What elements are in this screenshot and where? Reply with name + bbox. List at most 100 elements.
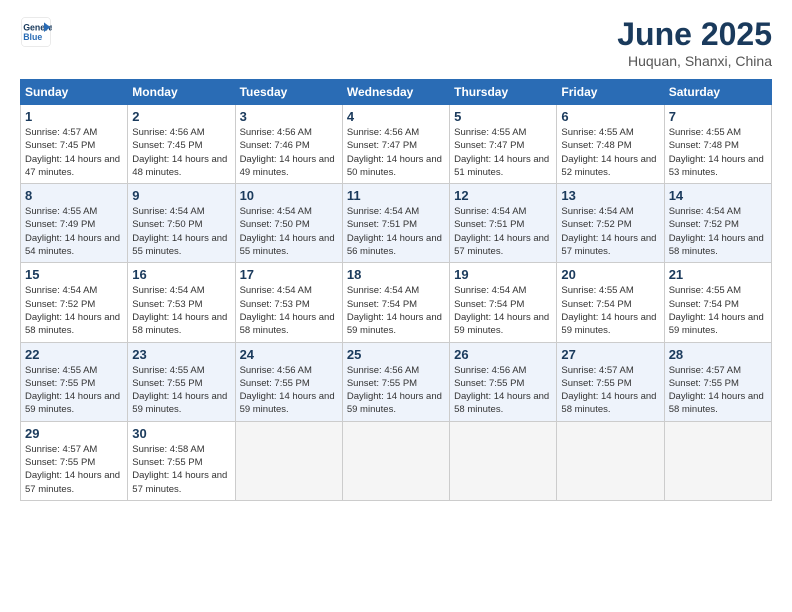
col-thursday: Thursday [450,80,557,105]
day-number: 14 [669,188,767,203]
day-number: 3 [240,109,338,124]
day-number: 5 [454,109,552,124]
calendar-row-4: 22 Sunrise: 4:55 AMSunset: 7:55 PMDayligh… [21,342,772,421]
calendar-cell [342,421,449,500]
calendar-cell: 21 Sunrise: 4:55 AMSunset: 7:54 PMDayligh… [664,263,771,342]
calendar-cell: 29 Sunrise: 4:57 AMSunset: 7:55 PMDayligh… [21,421,128,500]
day-number: 29 [25,426,123,441]
calendar-cell: 15 Sunrise: 4:54 AMSunset: 7:52 PMDayligh… [21,263,128,342]
calendar-cell: 8 Sunrise: 4:55 AMSunset: 7:49 PMDaylight… [21,184,128,263]
calendar-cell: 22 Sunrise: 4:55 AMSunset: 7:55 PMDayligh… [21,342,128,421]
title-block: June 2025 Huquan, Shanxi, China [617,16,772,69]
day-number: 24 [240,347,338,362]
day-info: Sunrise: 4:54 AMSunset: 7:54 PMDaylight:… [347,284,445,337]
day-info: Sunrise: 4:54 AMSunset: 7:52 PMDaylight:… [669,205,767,258]
calendar-cell: 16 Sunrise: 4:54 AMSunset: 7:53 PMDayligh… [128,263,235,342]
day-info: Sunrise: 4:55 AMSunset: 7:49 PMDaylight:… [25,205,123,258]
calendar-cell: 3 Sunrise: 4:56 AMSunset: 7:46 PMDaylight… [235,105,342,184]
day-number: 6 [561,109,659,124]
day-info: Sunrise: 4:54 AMSunset: 7:51 PMDaylight:… [454,205,552,258]
logo: General Blue [20,16,52,48]
day-info: Sunrise: 4:55 AMSunset: 7:48 PMDaylight:… [561,126,659,179]
calendar-page: General Blue June 2025 Huquan, Shanxi, C… [0,0,792,612]
day-number: 15 [25,267,123,282]
calendar-row-3: 15 Sunrise: 4:54 AMSunset: 7:52 PMDayligh… [21,263,772,342]
calendar-row-2: 8 Sunrise: 4:55 AMSunset: 7:49 PMDaylight… [21,184,772,263]
col-sunday: Sunday [21,80,128,105]
day-info: Sunrise: 4:55 AMSunset: 7:54 PMDaylight:… [669,284,767,337]
day-number: 17 [240,267,338,282]
day-info: Sunrise: 4:56 AMSunset: 7:47 PMDaylight:… [347,126,445,179]
calendar-cell [450,421,557,500]
day-number: 22 [25,347,123,362]
day-number: 8 [25,188,123,203]
calendar-cell: 23 Sunrise: 4:55 AMSunset: 7:55 PMDayligh… [128,342,235,421]
day-number: 1 [25,109,123,124]
day-number: 21 [669,267,767,282]
day-number: 4 [347,109,445,124]
calendar-cell: 26 Sunrise: 4:56 AMSunset: 7:55 PMDayligh… [450,342,557,421]
day-number: 30 [132,426,230,441]
day-info: Sunrise: 4:54 AMSunset: 7:53 PMDaylight:… [240,284,338,337]
calendar-cell: 20 Sunrise: 4:55 AMSunset: 7:54 PMDayligh… [557,263,664,342]
calendar-cell [557,421,664,500]
day-info: Sunrise: 4:56 AMSunset: 7:45 PMDaylight:… [132,126,230,179]
col-friday: Friday [557,80,664,105]
calendar-cell: 19Sunrise: 4:54 AMSunset: 7:54 PMDayligh… [450,263,557,342]
day-info: Sunrise: 4:54 AMSunset: 7:53 PMDaylight:… [132,284,230,337]
day-info: Sunrise: 4:55 AMSunset: 7:54 PMDaylight:… [561,284,659,337]
day-number: 25 [347,347,445,362]
calendar-cell: 27 Sunrise: 4:57 AMSunset: 7:55 PMDayligh… [557,342,664,421]
calendar-cell [664,421,771,500]
day-number: 7 [669,109,767,124]
day-number: 20 [561,267,659,282]
day-info: Sunrise: 4:57 AMSunset: 7:45 PMDaylight:… [25,126,123,179]
calendar-cell: 28Sunrise: 4:57 AMSunset: 7:55 PMDayligh… [664,342,771,421]
day-info: Sunrise: 4:54 AMSunset: 7:52 PMDaylight:… [561,205,659,258]
day-info: Sunrise: 4:57 AMSunset: 7:55 PMDaylight:… [561,364,659,417]
calendar-cell: 6 Sunrise: 4:55 AMSunset: 7:48 PMDaylight… [557,105,664,184]
day-number: 11 [347,188,445,203]
month-title: June 2025 [617,16,772,53]
day-info: Sunrise: 4:54 AMSunset: 7:51 PMDaylight:… [347,205,445,258]
day-info: Sunrise: 4:56 AMSunset: 7:46 PMDaylight:… [240,126,338,179]
calendar-cell: 1 Sunrise: 4:57 AMSunset: 7:45 PMDaylight… [21,105,128,184]
logo-icon: General Blue [20,16,52,48]
day-info: Sunrise: 4:54 AMSunset: 7:50 PMDaylight:… [132,205,230,258]
day-info: Sunrise: 4:55 AMSunset: 7:55 PMDaylight:… [25,364,123,417]
day-number: 23 [132,347,230,362]
header: General Blue June 2025 Huquan, Shanxi, C… [20,16,772,69]
day-info: Sunrise: 4:55 AMSunset: 7:47 PMDaylight:… [454,126,552,179]
day-info: Sunrise: 4:56 AMSunset: 7:55 PMDaylight:… [347,364,445,417]
day-number: 19 [454,267,552,282]
day-number: 18 [347,267,445,282]
calendar-cell: 9Sunrise: 4:54 AMSunset: 7:50 PMDaylight… [128,184,235,263]
day-info: Sunrise: 4:55 AMSunset: 7:55 PMDaylight:… [132,364,230,417]
col-tuesday: Tuesday [235,80,342,105]
day-number: 26 [454,347,552,362]
col-monday: Monday [128,80,235,105]
day-info: Sunrise: 4:54 AMSunset: 7:52 PMDaylight:… [25,284,123,337]
day-number: 13 [561,188,659,203]
day-number: 12 [454,188,552,203]
day-info: Sunrise: 4:56 AMSunset: 7:55 PMDaylight:… [454,364,552,417]
calendar-row-1: 1 Sunrise: 4:57 AMSunset: 7:45 PMDaylight… [21,105,772,184]
calendar-table: Sunday Monday Tuesday Wednesday Thursday… [20,79,772,501]
calendar-cell: 10Sunrise: 4:54 AMSunset: 7:50 PMDayligh… [235,184,342,263]
calendar-cell: 5 Sunrise: 4:55 AMSunset: 7:47 PMDaylight… [450,105,557,184]
day-info: Sunrise: 4:57 AMSunset: 7:55 PMDaylight:… [25,443,123,496]
calendar-cell [235,421,342,500]
calendar-cell: 30Sunrise: 4:58 AMSunset: 7:55 PMDayligh… [128,421,235,500]
calendar-cell: 11 Sunrise: 4:54 AMSunset: 7:51 PMDayligh… [342,184,449,263]
svg-text:Blue: Blue [23,32,42,42]
location: Huquan, Shanxi, China [617,53,772,69]
calendar-cell: 17 Sunrise: 4:54 AMSunset: 7:53 PMDayligh… [235,263,342,342]
calendar-cell: 7Sunrise: 4:55 AMSunset: 7:48 PMDaylight… [664,105,771,184]
calendar-cell: 18 Sunrise: 4:54 AMSunset: 7:54 PMDayligh… [342,263,449,342]
calendar-cell: 12 Sunrise: 4:54 AMSunset: 7:51 PMDayligh… [450,184,557,263]
calendar-cell: 24Sunrise: 4:56 AMSunset: 7:55 PMDayligh… [235,342,342,421]
day-number: 16 [132,267,230,282]
col-saturday: Saturday [664,80,771,105]
calendar-cell: 4 Sunrise: 4:56 AMSunset: 7:47 PMDaylight… [342,105,449,184]
day-number: 27 [561,347,659,362]
